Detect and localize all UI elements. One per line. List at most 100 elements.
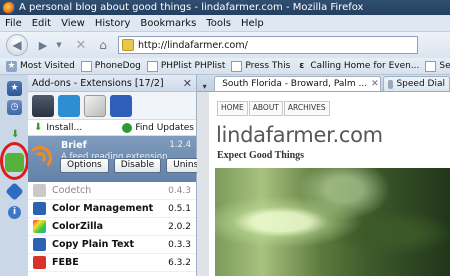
- disable-button[interactable]: Disable: [113, 158, 162, 173]
- blog-nav: HOME ABOUT ARCHIVES: [217, 101, 331, 116]
- folder-star-icon: ★: [6, 60, 17, 72]
- bookmark-label: Calling Home for Even...: [310, 61, 420, 71]
- bookmark-calling-home[interactable]: ɛ Calling Home for Even...: [296, 61, 419, 72]
- tab-title: Speed Dial: [396, 79, 445, 89]
- extension-row-color-management[interactable]: Color Management 0.5.1: [28, 200, 196, 218]
- install-row: ⬇ Install... Find Updates: [28, 120, 196, 136]
- tab-favicon-icon: [388, 79, 394, 89]
- bookmark-phplist[interactable]: PHPlist PHPlist: [146, 60, 226, 72]
- bookmark-most-visited[interactable]: ★ Most Visited: [6, 60, 75, 72]
- bookmark-label: PHPlist PHPlist: [160, 61, 226, 71]
- menu-help[interactable]: Help: [236, 18, 269, 29]
- bookmark-phonedog[interactable]: PhoneDog: [80, 60, 141, 72]
- extension-name: Codetch: [52, 185, 92, 196]
- options-button[interactable]: Options: [60, 158, 109, 173]
- site-favicon-icon: [122, 39, 134, 51]
- bookmark-label: Most Visited: [20, 61, 75, 71]
- extension-version: 0.3.3: [168, 239, 191, 250]
- colorzilla-icon: [33, 220, 46, 233]
- themes-icon[interactable]: [84, 94, 106, 117]
- page-gutter: [197, 92, 209, 276]
- febe-icon: [33, 256, 46, 269]
- tab-speed-dial[interactable]: Speed Dial: [383, 76, 450, 91]
- address-url[interactable]: http://lindafarmer.com/: [138, 40, 248, 51]
- window-titlebar: A personal blog about good things - lind…: [0, 0, 450, 15]
- bookmarks-star-icon[interactable]: ★: [7, 81, 22, 96]
- bookmark-label: Press This: [245, 61, 291, 71]
- bookmark-send-feedback[interactable]: Send Feedback: [425, 60, 450, 72]
- blog-tagline: Expect Good Things: [217, 150, 305, 161]
- highlight-circle: [0, 142, 29, 180]
- navigation-toolbar: ◀ ▶ ▼ ✕ ⌂ http://lindafarmer.com/: [0, 32, 450, 58]
- rss-feed-icon: [28, 146, 56, 170]
- firefox-logo-icon: [3, 1, 15, 14]
- close-sidebar-button[interactable]: ✕: [183, 77, 192, 90]
- puzzle-icon: [33, 202, 46, 215]
- extension-row-colorzilla[interactable]: ColorZilla 2.0.2: [28, 218, 196, 236]
- puzzle-icon: [33, 238, 46, 251]
- addons-toolbar: [28, 92, 196, 120]
- stop-button[interactable]: ✕: [72, 36, 90, 54]
- extension-row-copy-plain-text[interactable]: Copy Plain Text 0.3.3: [28, 236, 196, 254]
- header-photo: [215, 168, 450, 276]
- extension-row-codetch[interactable]: Codetch 0.4.3: [28, 182, 196, 200]
- bookmark-label: Send Feedback: [439, 61, 450, 71]
- tab-title: South Florida - Broward, Palm ...: [222, 79, 368, 89]
- download-arrow-icon[interactable]: ⬇: [11, 129, 21, 140]
- tab-list-icon[interactable]: ▾: [199, 82, 210, 91]
- page-icon: [425, 60, 437, 72]
- extension-row-febe[interactable]: FEBE 6.3.2: [28, 254, 196, 272]
- info-icon[interactable]: i: [8, 206, 21, 219]
- tab-close-button[interactable]: ✕: [371, 79, 379, 89]
- home-button[interactable]: ⌂: [94, 36, 112, 54]
- blog-nav-about[interactable]: ABOUT: [248, 101, 283, 116]
- blue-diamond-icon[interactable]: [5, 182, 24, 201]
- extension-name: FEBE: [52, 257, 79, 268]
- plugins-icon[interactable]: [110, 94, 132, 117]
- codetch-icon: [33, 184, 46, 197]
- menu-bar: File Edit View History Bookmarks Tools H…: [0, 15, 450, 32]
- extension-version: 0.4.3: [168, 185, 191, 196]
- update-globe-icon: [122, 122, 133, 133]
- bookmark-press-this[interactable]: Press This: [231, 60, 291, 72]
- menu-tools[interactable]: Tools: [201, 18, 236, 29]
- menu-view[interactable]: View: [56, 18, 90, 29]
- page-icon: [80, 60, 92, 72]
- extensions-icon[interactable]: [58, 94, 80, 117]
- extension-name: ColorZilla: [52, 221, 104, 232]
- blog-nav-archives[interactable]: ARCHIVES: [283, 101, 330, 116]
- history-dropdown-icon[interactable]: ▼: [54, 41, 64, 49]
- page-icon: [146, 60, 158, 72]
- find-updates-label: Find Updates: [135, 122, 194, 133]
- menu-file[interactable]: File: [0, 18, 27, 29]
- extension-version: 2.0.2: [168, 221, 191, 232]
- address-bar[interactable]: http://lindafarmer.com/: [118, 36, 418, 54]
- bookmark-label: PhoneDog: [94, 61, 141, 71]
- addons-header: Add-ons - Extensions [17/2] ✕: [28, 75, 196, 92]
- forward-button[interactable]: ▶: [34, 36, 52, 54]
- extension-version: 0.5.1: [168, 203, 191, 214]
- tab-south-florida[interactable]: South Florida - Broward, Palm ... ✕: [214, 76, 382, 91]
- site-logo-icon: ɛ: [299, 61, 305, 71]
- install-button[interactable]: Install...: [46, 123, 82, 133]
- web-content: HOME ABOUT ARCHIVES lindafarmer.com Expe…: [197, 92, 450, 276]
- menu-history[interactable]: History: [90, 18, 136, 29]
- tab-strip: ▾ South Florida - Broward, Palm ... ✕ Sp…: [197, 75, 450, 92]
- extension-name: Copy Plain Text: [52, 239, 135, 250]
- extension-version: 1.2.4: [169, 140, 191, 150]
- find-updates-button[interactable]: Find Updates: [122, 122, 194, 133]
- addons-sidebar: Add-ons - Extensions [17/2] ✕ ⬇ Install.…: [28, 75, 220, 276]
- menu-bookmarks[interactable]: Bookmarks: [135, 18, 201, 29]
- bookmarks-toolbar: ★ Most Visited PhoneDog PHPlist PHPlist …: [0, 58, 450, 75]
- extension-name: Color Management: [52, 203, 154, 214]
- get-addons-icon[interactable]: [32, 94, 54, 117]
- addons-title: Add-ons - Extensions [17/2]: [32, 77, 164, 89]
- selected-extension-row[interactable]: Brief A feed reading extension. 1.2.4 Op…: [28, 136, 220, 182]
- menu-edit[interactable]: Edit: [27, 18, 56, 29]
- history-clock-icon[interactable]: ◷: [7, 100, 22, 115]
- window-title: A personal blog about good things - lind…: [19, 2, 364, 13]
- extension-version: 6.3.2: [168, 257, 191, 268]
- blog-nav-home[interactable]: HOME: [217, 101, 248, 116]
- blog-title[interactable]: lindafarmer.com: [216, 123, 383, 147]
- back-button[interactable]: ◀: [6, 34, 28, 56]
